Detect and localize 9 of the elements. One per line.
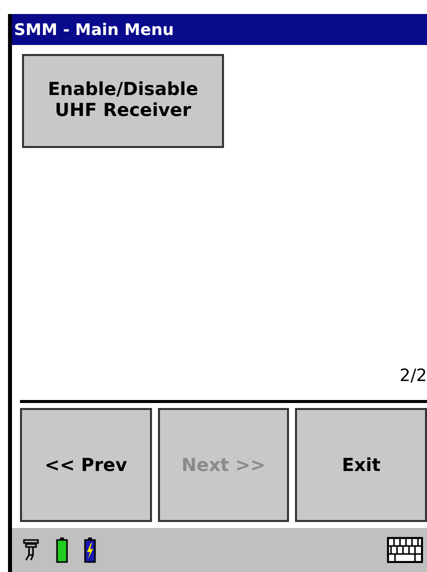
page-indicator: 2/2 [400,366,427,386]
keyboard-icon[interactable] [387,537,423,563]
menu-button[interactable]: Enable/Disable UHF Receiver [22,54,224,148]
window-title: SMM - Main Menu [14,20,174,39]
battery-icon [56,537,68,563]
nav-button[interactable]: Exit [295,408,427,522]
charging-battery-icon [84,537,96,563]
scanner-icon [22,538,40,562]
nav-button[interactable]: << Prev [20,408,152,522]
